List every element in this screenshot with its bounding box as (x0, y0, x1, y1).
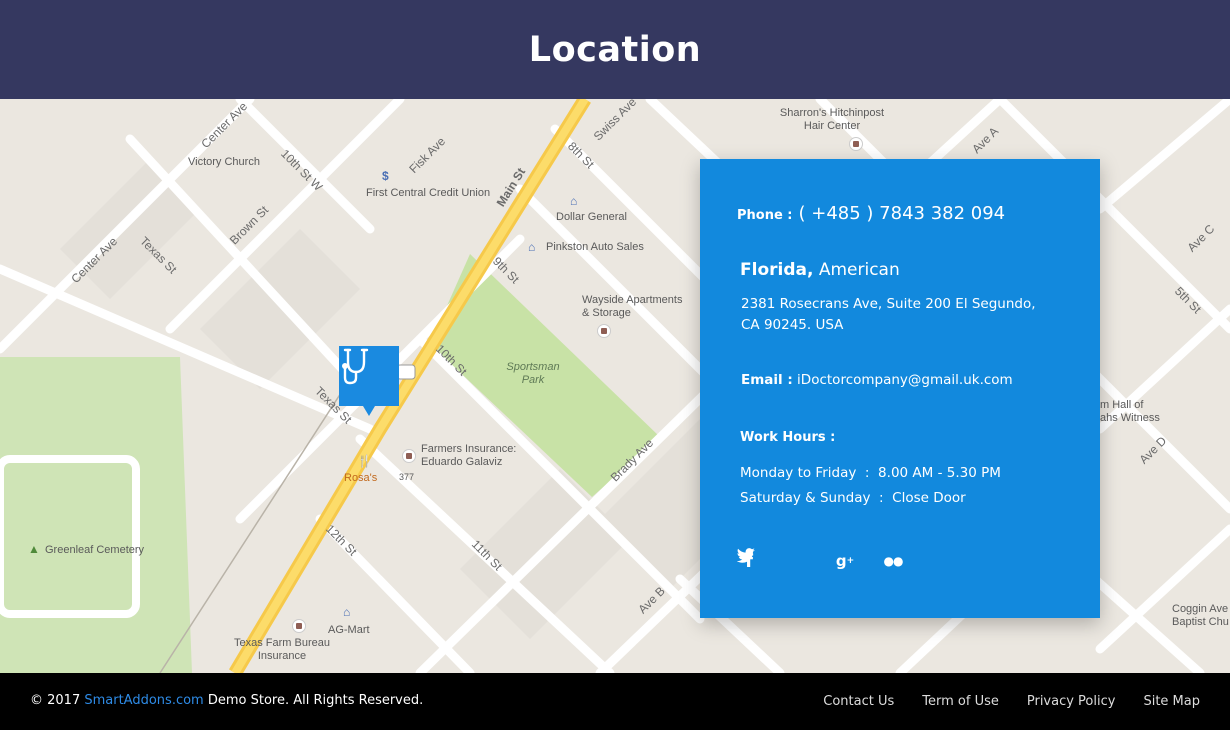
contact-card: Phone : ( +485 ) 7843 382 094 Florida, A… (700, 159, 1100, 618)
bank-icon: $ (382, 169, 389, 183)
copyright-prefix: © 2017 (30, 693, 85, 708)
work-hours-title: Work Hours : (740, 430, 836, 445)
address-line-2: CA 90245. USA (741, 317, 844, 333)
map-label-farmers: Farmers Insurance: Eduardo Galaviz (421, 443, 517, 468)
map-label-route: 377 (399, 472, 415, 482)
email-label: Email : (741, 372, 793, 388)
poi-marker (597, 324, 611, 338)
map-label-pinkston: Pinkston Auto Sales (546, 241, 644, 253)
footer-link-privacy-policy[interactable]: Privacy Policy (1027, 694, 1116, 709)
city-heading: Florida, American (740, 260, 900, 280)
map-label-victory-church: Victory Church (188, 156, 260, 168)
country-name: American (813, 260, 900, 280)
map-label-hall-of: m Hall of (1100, 399, 1144, 411)
map-label-texas-farm: Texas Farm Bureau Insurance (234, 637, 330, 662)
flickr-icon[interactable]: ●● (880, 548, 906, 574)
copyright: © 2017 SmartAddons.com Demo Store. All R… (30, 693, 423, 708)
location-marker[interactable] (339, 346, 399, 416)
email-row: Email : iDoctorcompany@gmail.uk.com (741, 372, 1013, 388)
page-header: Location (0, 0, 1230, 99)
page-title: Location (528, 29, 702, 70)
cemetery-icon: ▲ (28, 542, 40, 556)
twitter-icon[interactable] (736, 548, 810, 574)
copyright-suffix: Demo Store. All Rights Reserved. (203, 693, 424, 708)
poi-marker (402, 449, 416, 463)
smartaddons-link[interactable]: SmartAddons.com (84, 693, 203, 708)
map-label-rosas: Rosa's (344, 472, 378, 484)
restaurant-icon: 🍴 (357, 454, 372, 468)
city-name: Florida, (740, 260, 814, 280)
footer-nav: Contact Us Term of Use Privacy Policy Si… (823, 694, 1200, 709)
work-hours-weekend: Saturday & Sunday : Close Door (740, 490, 966, 506)
work-hours-weekday: Monday to Friday : 8.00 AM - 5.30 PM (740, 465, 1001, 481)
phone-row: Phone : ( +485 ) 7843 382 094 (737, 203, 1005, 224)
phone-number[interactable]: ( +485 ) 7843 382 094 (799, 203, 1006, 224)
map-label-sportsman-park: Sportsman Park (506, 361, 560, 386)
google-plus-icon[interactable]: g + (832, 548, 858, 574)
phone-label: Phone : (737, 208, 793, 223)
cemetery-area (0, 357, 192, 673)
page-footer: © 2017 SmartAddons.com Demo Store. All R… (0, 673, 1230, 730)
map-label-greenleaf: Greenleaf Cemetery (45, 544, 145, 556)
poi-marker (292, 619, 306, 633)
footer-link-site-map[interactable]: Site Map (1143, 694, 1200, 709)
map-label-sharrons: Sharron's Hitchinpost Hair Center (779, 107, 885, 132)
map-label-coggin: Coggin Ave Baptist Chu (1172, 603, 1229, 628)
email-link[interactable]: iDoctorcompany@gmail.uk.com (793, 372, 1013, 388)
social-links: f g + ●● (736, 548, 906, 574)
footer-link-contact-us[interactable]: Contact Us (823, 694, 894, 709)
map-label-dollar-general: Dollar General (556, 211, 627, 223)
car-shop-icon: ⌂ (528, 240, 536, 254)
poi-marker (849, 137, 863, 151)
map-label-first-central: First Central Credit Union (366, 187, 491, 199)
address-line-1: 2381 Rosecrans Ave, Suite 200 El Segundo… (741, 296, 1036, 312)
map[interactable]: Victory Church Center Ave 10th St W Fisk… (0, 99, 1230, 673)
shop-icon: ⌂ (570, 194, 578, 208)
address: 2381 Rosecrans Ave, Suite 200 El Segundo… (741, 294, 1071, 336)
map-label-witness: ahs Witness (1100, 412, 1160, 424)
map-label-ag-mart: AG-Mart (328, 624, 370, 636)
shop-icon: ⌂ (343, 605, 351, 619)
map-label-wayside: Wayside Apartments & Storage (582, 294, 683, 319)
footer-link-term-of-use[interactable]: Term of Use (922, 694, 999, 709)
stethoscope-icon (342, 348, 369, 385)
